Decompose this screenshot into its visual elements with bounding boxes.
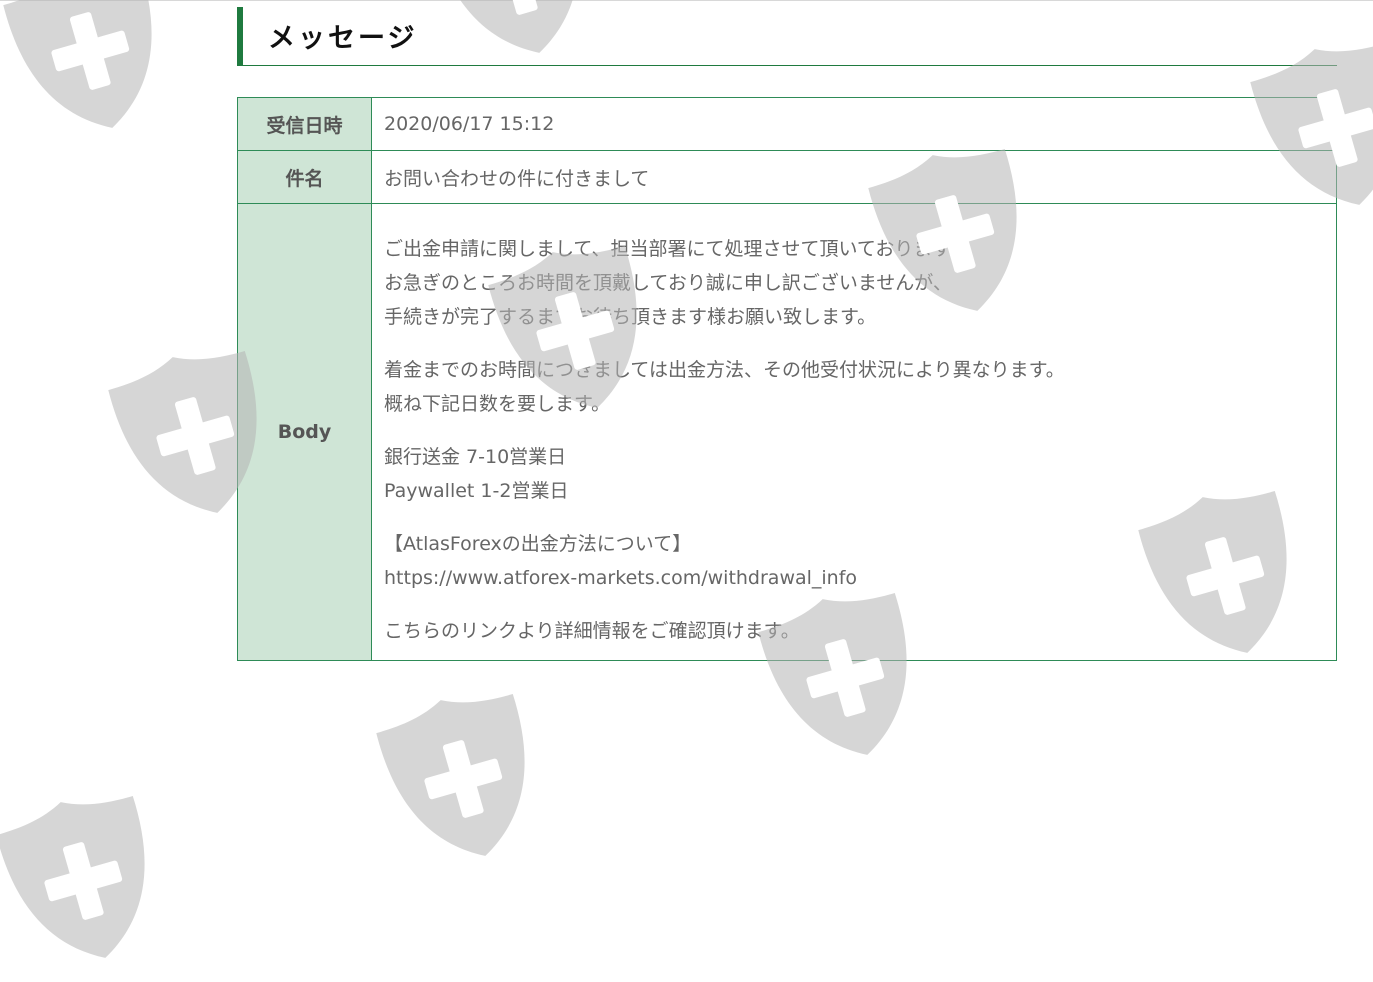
shield-plus-icon xyxy=(0,778,179,982)
body-line: 概ね下記日数を要します。 xyxy=(384,393,611,415)
received-value: 2020/06/17 15:12 xyxy=(371,97,1337,151)
body-line: 着金までのお時間につきましては出金方法、その他受付状況により異なります。 xyxy=(384,359,1065,381)
received-row: 受信日時 2020/06/17 15:12 xyxy=(237,97,1337,151)
body-paragraph: 着金までのお時間につきましては出金方法、その他受付状況により異なります。 概ね下… xyxy=(384,353,1336,421)
received-label: 受信日時 xyxy=(237,97,372,151)
shield-plus-icon xyxy=(0,0,186,152)
body-text: ご出金申請に関しまして、担当部署にて処理させて頂いております。 お急ぎのところお… xyxy=(371,203,1337,661)
page-heading: メッセージ xyxy=(237,7,1337,66)
shield-plus-icon xyxy=(367,676,558,881)
body-line: 銀行送金 7-10営業日 xyxy=(384,446,567,468)
body-paragraph: こちらのリンクより詳細情報をご確認頂けます。 xyxy=(384,614,1336,648)
body-line: ご出金申請に関しまして、担当部署にて処理させて頂いております。 xyxy=(384,238,969,260)
subject-label: 件名 xyxy=(237,150,372,204)
body-paragraph: ご出金申請に関しまして、担当部署にて処理させて頂いております。 お急ぎのところお… xyxy=(384,232,1336,334)
page-title: メッセージ xyxy=(268,23,418,54)
subject-value: お問い合わせの件に付きまして xyxy=(371,150,1337,204)
body-line: Paywallet 1-2営業日 xyxy=(384,480,569,502)
message-table: 受信日時 2020/06/17 15:12 件名 お問い合わせの件に付きまして … xyxy=(237,97,1337,661)
subject-row: 件名 お問い合わせの件に付きまして xyxy=(237,150,1337,204)
body-line: 【AtlasForexの出金方法について】 xyxy=(384,533,692,555)
withdrawal-info-url: https://www.atforex-markets.com/withdraw… xyxy=(384,567,858,589)
body-line: こちらのリンクより詳細情報をご確認頂けます。 xyxy=(384,620,800,642)
body-label: Body xyxy=(237,203,372,661)
body-paragraph: 【AtlasForexの出金方法について】 https://www.atfore… xyxy=(384,527,1336,595)
message-panel: メッセージ 受信日時 2020/06/17 15:12 件名 お問い合わせの件に… xyxy=(237,0,1337,661)
body-row: Body ご出金申請に関しまして、担当部署にて処理させて頂いております。 お急ぎ… xyxy=(237,203,1337,661)
body-line: 手続きが完了するまでお待ち頂きます様お願い致します。 xyxy=(384,306,877,328)
body-paragraph: 銀行送金 7-10営業日 Paywallet 1-2営業日 xyxy=(384,440,1336,508)
body-line: お急ぎのところお時間を頂戴しており誠に申し訳ございませんが、 xyxy=(384,272,952,294)
